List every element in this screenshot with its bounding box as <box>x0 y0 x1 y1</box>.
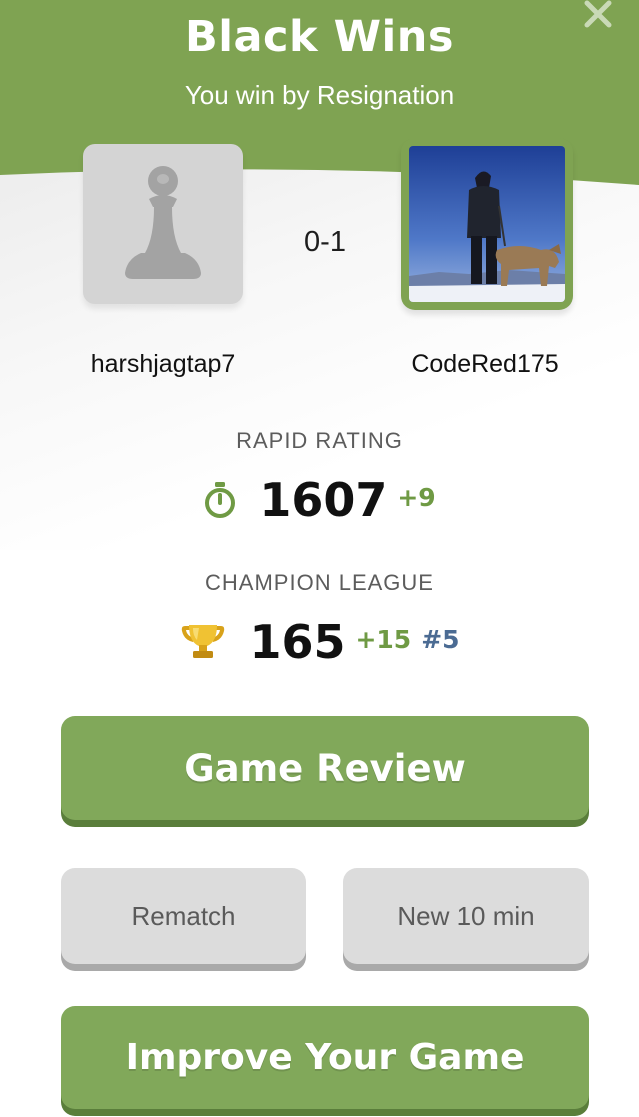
profile-photo <box>409 146 565 302</box>
close-icon <box>584 0 612 28</box>
player-white-avatar[interactable] <box>83 144 243 304</box>
rating-row: 1607 +9 <box>0 470 639 530</box>
league-rank: #5 <box>421 624 460 654</box>
league-value: 165 <box>249 615 346 669</box>
stopwatch-icon <box>205 482 236 518</box>
improve-game-button[interactable]: Improve Your Game <box>61 1006 589 1109</box>
league-delta: +15 <box>355 624 412 654</box>
game-review-button[interactable]: Game Review <box>61 716 589 820</box>
game-over-screen: Black Wins You win by Resignation 0-1 ha… <box>0 0 639 1117</box>
rating-label: RAPID RATING <box>236 428 403 453</box>
player-black-avatar[interactable] <box>401 138 573 310</box>
rematch-button[interactable]: Rematch <box>61 868 306 964</box>
result-title: Black Wins <box>185 12 454 62</box>
new-game-button[interactable]: New 10 min <box>343 868 589 964</box>
rating-delta: +9 <box>397 482 436 512</box>
pawn-icon <box>125 166 201 279</box>
league-label: CHAMPION LEAGUE <box>205 570 434 595</box>
league-row[interactable]: 165 +15 #5 <box>0 612 639 672</box>
close-button[interactable] <box>578 0 618 32</box>
rating-value: 1607 <box>259 473 388 527</box>
player-white-name: harshjagtap7 <box>90 350 236 378</box>
game-score: 0-1 <box>304 226 346 258</box>
player-black-name: CodeRed175 <box>411 350 559 378</box>
result-subtitle: You win by Resignation <box>184 80 455 110</box>
trophy-icon <box>182 625 225 658</box>
